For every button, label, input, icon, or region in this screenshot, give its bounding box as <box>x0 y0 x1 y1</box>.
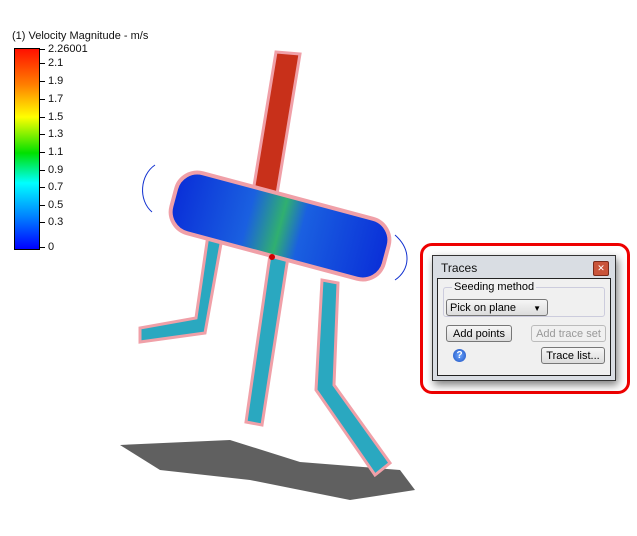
streamline <box>394 234 408 281</box>
seeding-method-value: Pick on plane <box>450 302 517 314</box>
leg-right <box>314 278 393 478</box>
legend-tick: 1.5 <box>40 112 63 123</box>
legend-tick: 1.3 <box>40 129 63 140</box>
leg-middle <box>244 253 290 427</box>
legend-tick: 2.26001 <box>40 44 88 55</box>
help-icon[interactable]: ? <box>453 349 466 362</box>
streamline <box>142 164 156 213</box>
color-scale-bar <box>14 48 40 250</box>
legend-tick: 0.7 <box>40 182 63 193</box>
legend-tick: 0.3 <box>40 217 63 228</box>
dialog-body: Seeding method Pick on plane ▼ Add points… <box>437 278 611 376</box>
legend-tick: 1.7 <box>40 94 63 105</box>
dropdown-arrow-icon: ▼ <box>533 304 541 313</box>
seed-point <box>269 254 275 260</box>
legend-title: (1) Velocity Magnitude - m/s <box>12 30 149 42</box>
dialog-title: Traces <box>441 261 478 275</box>
legend-tick: 0 <box>40 242 54 253</box>
add-points-button[interactable]: Add points <box>446 325 512 342</box>
legend-tick: 0.9 <box>40 165 63 176</box>
seeding-method-label: Seeding method <box>452 281 537 293</box>
traces-dialog: Traces ✕ Seeding method Pick on plane ▼ A… <box>432 255 616 381</box>
legend-tick: 2.1 <box>40 58 63 69</box>
trace-list-button[interactable]: Trace list... <box>541 347 605 364</box>
legend-tick: 1.9 <box>40 76 63 87</box>
seeding-method-select[interactable]: Pick on plane ▼ <box>446 299 548 316</box>
add-trace-set-button[interactable]: Add trace set <box>531 325 606 342</box>
legend-tick: 1.1 <box>40 147 63 158</box>
leg-left <box>138 233 224 344</box>
inlet-pipe <box>250 50 302 202</box>
legend-tick: 0.5 <box>40 200 63 211</box>
close-icon[interactable]: ✕ <box>593 261 609 276</box>
